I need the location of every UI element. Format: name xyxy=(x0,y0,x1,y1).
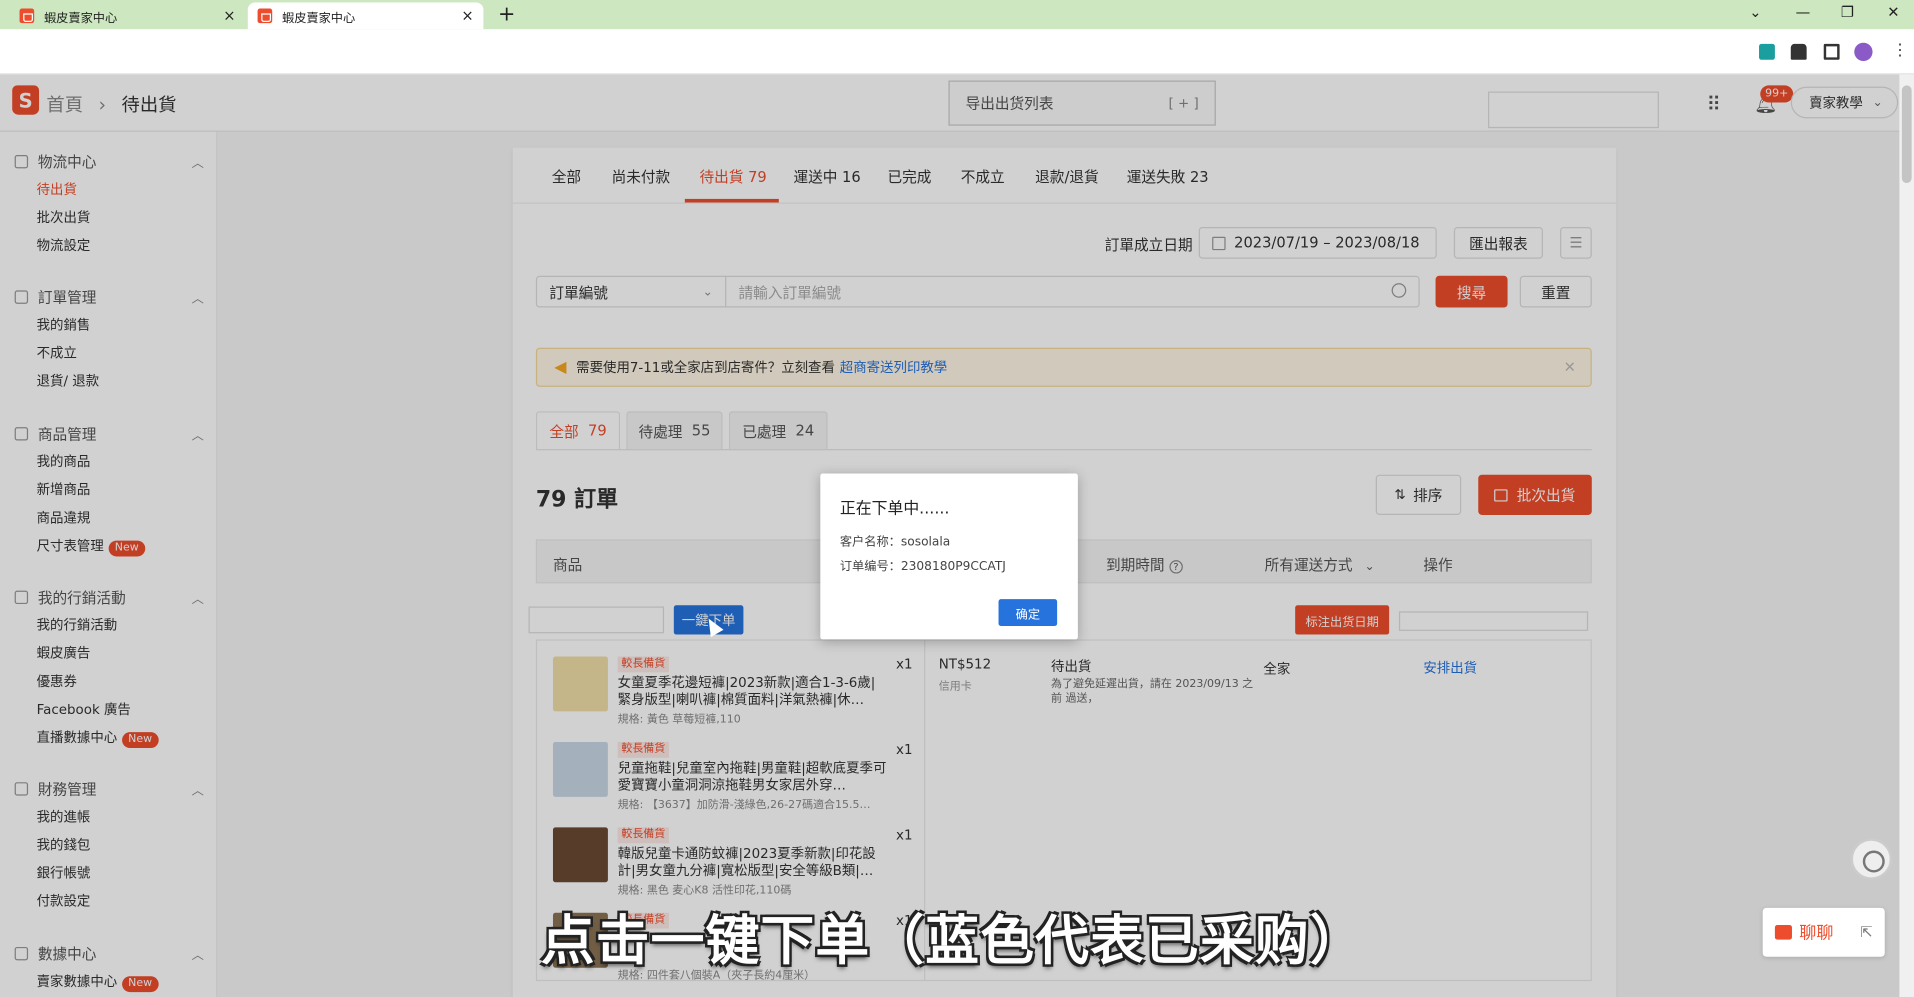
close-tab-icon[interactable]: × xyxy=(223,7,235,24)
shopee-favicon-icon xyxy=(19,8,35,24)
expand-icon[interactable]: ⇱ xyxy=(1860,924,1872,941)
dialog-title: 正在下单中...... xyxy=(839,500,950,519)
page-scrollbar[interactable] xyxy=(1899,74,1914,997)
shopee-favicon-icon xyxy=(257,8,273,24)
support-headset-icon[interactable] xyxy=(1850,838,1893,880)
extension-icon[interactable] xyxy=(1759,43,1775,60)
puzzle-extensions-icon[interactable] xyxy=(1790,43,1807,60)
confirm-button[interactable]: 确定 xyxy=(998,599,1058,627)
chat-bubble-icon xyxy=(1774,924,1792,940)
restore-icon[interactable]: ❐ xyxy=(1841,4,1854,21)
browser-toolbar xyxy=(0,29,1914,75)
video-subtitle: 点击一键下单（蓝色代表已采购） xyxy=(540,910,1365,973)
browser-tab-title: 蝦皮賣家中心 xyxy=(281,11,356,26)
scrollbar-thumb[interactable] xyxy=(1901,85,1912,184)
profile-avatar[interactable] xyxy=(1854,42,1873,62)
order-number: 订单编号：2308180P9CCATJ xyxy=(839,560,1006,574)
tab-search-icon[interactable]: ⌄ xyxy=(1749,4,1761,21)
browser-tab-2[interactable]: 蝦皮賣家中心 × xyxy=(247,2,484,30)
ordering-dialog: 正在下单中...... 客户名称：sosolala 订单编号：2308180P9… xyxy=(820,473,1078,640)
new-tab-button[interactable]: + xyxy=(498,2,515,26)
customer-name: 客户名称：sosolala xyxy=(839,535,951,550)
browser-tab-title: 蝦皮賣家中心 xyxy=(43,11,118,26)
close-window-icon[interactable]: ✕ xyxy=(1887,4,1899,21)
browser-menu-icon[interactable]: ⋮ xyxy=(1892,41,1908,59)
close-tab-icon[interactable]: × xyxy=(461,7,473,24)
chat-label: 聊聊 xyxy=(1799,923,1834,944)
side-panel-icon[interactable] xyxy=(1823,43,1840,60)
chat-button[interactable]: 聊聊 ⇱ xyxy=(1762,907,1885,957)
browser-tab-1[interactable]: 蝦皮賣家中心 × xyxy=(10,2,246,29)
browser-tab-bar: 蝦皮賣家中心 × 蝦皮賣家中心 × + ⌄ — ❐ ✕ xyxy=(0,0,1914,30)
minimize-icon[interactable]: — xyxy=(1796,4,1811,21)
